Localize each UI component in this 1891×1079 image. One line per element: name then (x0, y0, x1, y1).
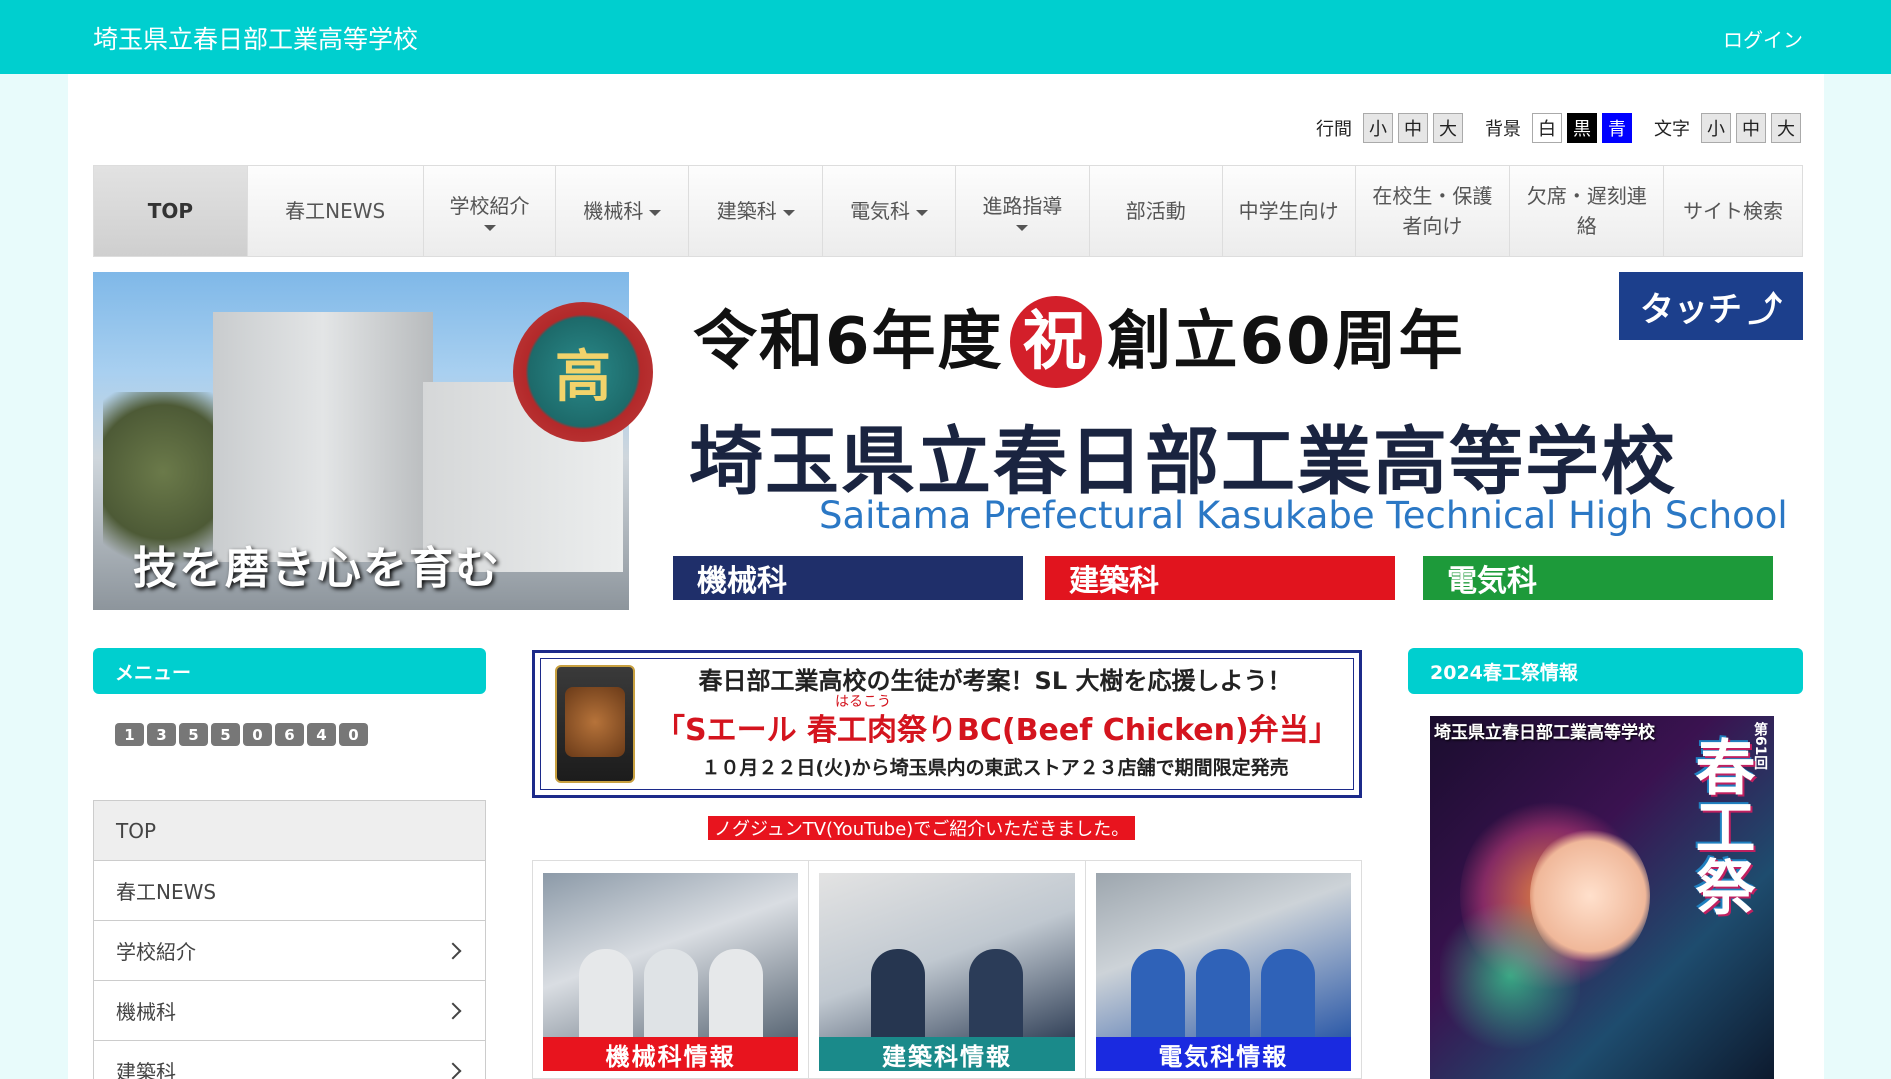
card-architecture-label: 建築科情報 (819, 1037, 1075, 1071)
card-architecture[interactable]: 建築科情報 (809, 861, 1086, 1078)
banner-dept-mechanical[interactable]: 機械科 (673, 556, 1023, 600)
text-size-large-button[interactable]: 大 (1771, 113, 1801, 143)
line-spacing-medium-button[interactable]: 中 (1398, 113, 1428, 143)
chevron-down-icon (649, 209, 662, 216)
text-size-medium-button[interactable]: 中 (1736, 113, 1766, 143)
touch-button[interactable]: タッチ ⤴ (1619, 272, 1803, 340)
line-spacing-small-button[interactable]: 小 (1363, 113, 1393, 143)
side-menu-item-school-intro[interactable]: 学校紹介 (94, 921, 485, 981)
promo-product-name: 「Sエール 春工肉祭りBC(Beef Chicken)弁当」 (655, 713, 1339, 748)
chevron-down-icon (782, 209, 795, 216)
school-emblem-icon: 高 (513, 302, 653, 442)
chevron-down-icon (916, 209, 929, 216)
nav-clubs[interactable]: 部活動 (1090, 166, 1223, 256)
line-spacing-large-button[interactable]: 大 (1433, 113, 1463, 143)
nav-school-intro[interactable]: 学校紹介 (424, 166, 557, 256)
login-link[interactable]: ログイン (1723, 24, 1803, 53)
nav-students-parents[interactable]: 在校生・保護者向け (1356, 166, 1511, 256)
youtube-link[interactable]: ノグジュンTV(YouTube)でご紹介いただきました。 (708, 816, 1136, 840)
card-mechanical-label: 機械科情報 (543, 1037, 799, 1071)
text-size-small-button[interactable]: 小 (1701, 113, 1731, 143)
side-menu: TOP 春工NEWS 学校紹介 機械科 建築科 (93, 800, 486, 1079)
chevron-right-icon (444, 942, 462, 959)
side-menu-item-news[interactable]: 春工NEWS (94, 861, 485, 921)
electrical-photo (1095, 873, 1351, 1049)
chevron-right-icon (444, 1062, 462, 1079)
poster-school-name: 埼玉県立春日部工業高等学校 (1434, 723, 1655, 743)
nav-junior-high[interactable]: 中学生向け (1223, 166, 1356, 256)
card-electrical-label: 電気科情報 (1095, 1037, 1351, 1071)
line-spacing-label: 行間 (1316, 119, 1352, 140)
architecture-photo (819, 873, 1075, 1049)
side-menu-item-architecture[interactable]: 建築科 (94, 1041, 485, 1079)
banner-dept-architecture[interactable]: 建築科 (1045, 556, 1395, 600)
mechanical-photo (543, 873, 799, 1049)
background-label: 背景 (1485, 119, 1521, 140)
banner-school-name-en: Saitama Prefectural Kasukabe Technical H… (819, 494, 1788, 537)
visitor-counter: 1 3 5 5 0 6 4 0 (115, 723, 371, 746)
nav-news[interactable]: 春工NEWS (248, 166, 424, 256)
menu-heading: メニュー (93, 648, 486, 694)
nav-electrical[interactable]: 電気科 (823, 166, 956, 256)
background-black-button[interactable]: 黒 (1567, 113, 1597, 143)
nav-mechanical[interactable]: 機械科 (556, 166, 690, 256)
chevron-right-icon (444, 1002, 462, 1019)
background-white-button[interactable]: 白 (1532, 113, 1562, 143)
bento-promo-banner[interactable]: 春日部工業高校の生徒が考案！SL 大樹を応援しよう！ はるこう 「Sエール 春工… (532, 650, 1362, 798)
main-nav: TOP 春工NEWS 学校紹介 機械科 建築科 電気科 進路指導 部活動 中学生… (93, 165, 1803, 257)
banner-dept-electrical[interactable]: 電気科 (1423, 556, 1773, 600)
bento-box-image (555, 665, 635, 783)
nav-top[interactable]: TOP (94, 166, 248, 256)
side-menu-item-top[interactable]: TOP (94, 801, 485, 861)
anniversary-heading: 令和6年度祝創立60周年 (693, 290, 1465, 388)
accessibility-toolbar: 行間 小 中 大 背景 白 黒 青 文字 小 中 大 (1294, 112, 1801, 144)
chevron-down-icon (483, 225, 496, 231)
hero-banner[interactable]: 技を磨き心を育む 高 タッチ ⤴ 令和6年度祝創立60周年 埼玉県立春日部工業高等… (93, 272, 1803, 610)
banner-slogan: 技を磨き心を育む (133, 543, 501, 594)
festival-heading: 2024春工祭情報 (1408, 648, 1803, 694)
nav-site-search[interactable]: サイト検索 (1664, 166, 1802, 256)
text-size-label: 文字 (1654, 119, 1690, 140)
card-electrical[interactable]: 電気科情報 (1086, 861, 1361, 1078)
poster-title: 春工祭 (1685, 736, 1755, 916)
arrow-up-icon: ⤴ (1748, 289, 1782, 330)
side-menu-item-mechanical[interactable]: 機械科 (94, 981, 485, 1041)
card-mechanical[interactable]: 機械科情報 (533, 861, 810, 1078)
background-blue-button[interactable]: 青 (1602, 113, 1632, 143)
banner-school-name: 埼玉県立春日部工業高等学校 (689, 419, 1677, 505)
promo-sale-info: １０月２２日(火)から埼玉県内の東武ストア２３店舗で期間限定発売 (701, 757, 1289, 779)
festival-poster[interactable]: 埼玉県立春日部工業高等学校 第61回 春工祭 (1430, 716, 1774, 1079)
nav-career[interactable]: 進路指導 (956, 166, 1090, 256)
nav-architecture[interactable]: 建築科 (689, 166, 824, 256)
promo-headline: 春日部工業高校の生徒が考案！SL 大樹を応援しよう！ (698, 667, 1292, 695)
chevron-down-icon (1016, 225, 1029, 231)
nav-absence[interactable]: 欠席・遅刻連絡 (1510, 166, 1665, 256)
top-header: 埼玉県立春日部工業高等学校 ログイン (0, 0, 1891, 74)
site-title[interactable]: 埼玉県立春日部工業高等学校 (93, 20, 418, 56)
department-cards: 機械科情報 建築科情報 電気科情報 (532, 860, 1362, 1079)
